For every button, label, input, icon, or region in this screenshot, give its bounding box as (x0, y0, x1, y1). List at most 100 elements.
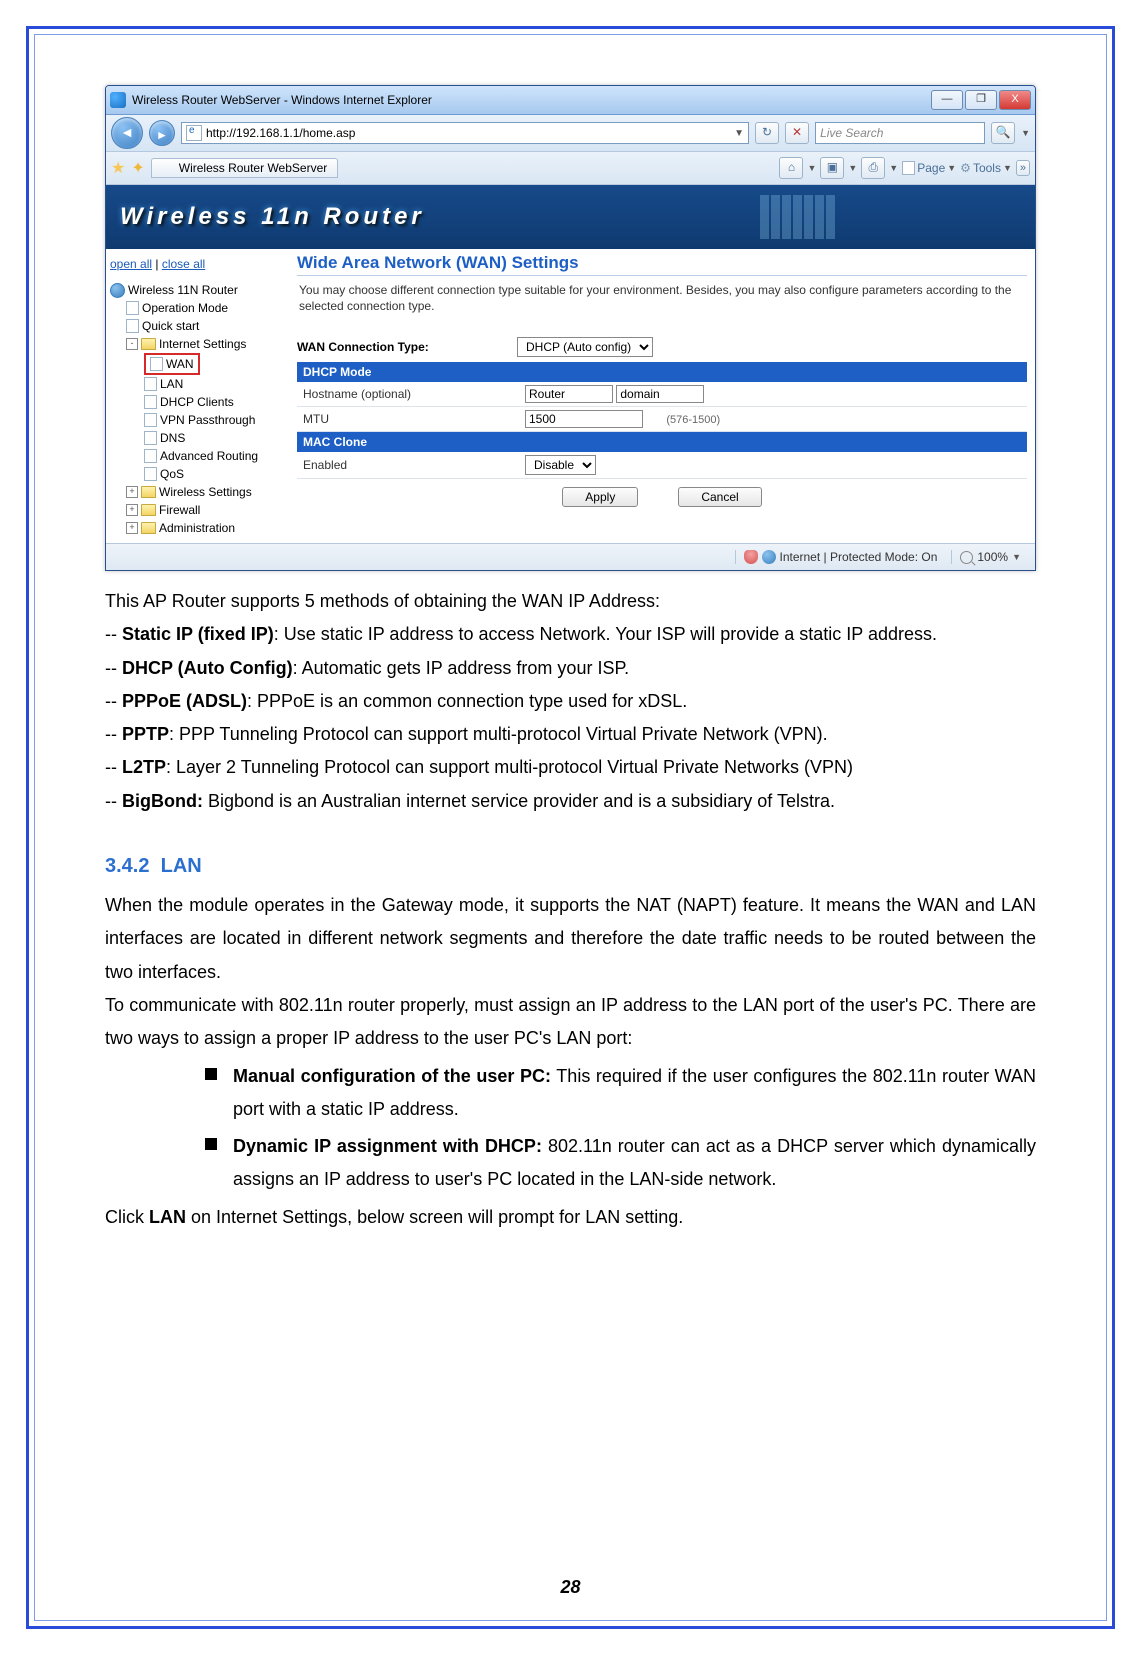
page-icon (144, 377, 157, 391)
tab-label: Wireless Router WebServer (179, 161, 328, 175)
mtu-row: MTU (576-1500) (297, 407, 1027, 432)
protected-mode-status: Internet | Protected Mode: On (735, 550, 946, 564)
mac-clone-header: MAC Clone (297, 432, 1027, 452)
add-favorite-icon[interactable]: ✦ (131, 158, 144, 178)
globe-icon (110, 283, 125, 298)
method-l2tp: -- L2TP: Layer 2 Tunneling Protocol can … (105, 751, 1036, 784)
method-dhcp: -- DHCP (Auto Config): Automatic gets IP… (105, 652, 1036, 685)
back-button[interactable]: ◄ (111, 117, 143, 149)
expand-icon[interactable]: + (126, 522, 138, 534)
mac-enabled-select[interactable]: Disable (525, 455, 596, 475)
sidebar: open all | close all Wireless 11N Router… (106, 249, 289, 543)
maximize-button[interactable]: ❐ (965, 90, 997, 110)
page-icon (144, 395, 157, 409)
wan-conn-type-label: WAN Connection Type: (297, 340, 517, 354)
tree-dhcp-clients[interactable]: DHCP Clients (110, 393, 285, 411)
document-body: This AP Router supports 5 methods of obt… (105, 585, 1036, 1234)
tree-root[interactable]: Wireless 11N Router (110, 281, 285, 299)
search-box[interactable]: Live Search (815, 122, 985, 144)
tab-toolbar: ★ ✦ Wireless Router WebServer ⌂▼ ▣▼ ⎙▼ P… (106, 152, 1035, 185)
lan-para-1: When the module operates in the Gateway … (105, 889, 1036, 989)
lan-para-3: Click LAN on Internet Settings, below sc… (105, 1201, 1036, 1234)
page-title: Wide Area Network (WAN) Settings (297, 253, 1027, 276)
tree-operation-mode[interactable]: Operation Mode (110, 299, 285, 317)
tree-quick-start[interactable]: Quick start (110, 317, 285, 335)
tab-favicon (162, 162, 175, 175)
mtu-range: (576-1500) (666, 414, 720, 426)
tools-menu[interactable]: ⚙Tools ▼ (960, 161, 1012, 175)
zoom-control[interactable]: 100% ▼ (951, 550, 1029, 564)
mtu-label: MTU (297, 407, 519, 432)
globe-icon (762, 550, 776, 564)
toolbar-overflow[interactable]: » (1016, 160, 1030, 176)
tree-internet-settings[interactable]: -Internet Settings (110, 335, 285, 353)
method-static-ip: -- Static IP (fixed IP): Use static IP a… (105, 618, 1036, 651)
home-icon[interactable]: ⌂ (779, 157, 803, 179)
tree-dns[interactable]: DNS (110, 429, 285, 447)
print-icon[interactable]: ⎙ (861, 157, 885, 179)
section-heading: 3.4.2 LAN (105, 848, 1036, 885)
apply-button[interactable]: Apply (562, 487, 638, 507)
shield-icon (744, 550, 758, 564)
minimize-button[interactable]: — (931, 90, 963, 110)
url-text: http://192.168.1.1/home.asp (206, 126, 355, 140)
sidebar-links: open all | close all (110, 255, 285, 273)
cancel-button[interactable]: Cancel (678, 487, 761, 507)
page-number: 28 (35, 1577, 1106, 1598)
page-icon (144, 431, 157, 445)
tree-lan[interactable]: LAN (110, 375, 285, 393)
dhcp-mode-header: DHCP Mode (297, 362, 1027, 382)
nav-toolbar: ◄ ► http://192.168.1.1/home.asp ▼ ↻ ✕ Li… (106, 115, 1035, 152)
address-bar[interactable]: http://192.168.1.1/home.asp ▼ (181, 122, 749, 144)
feeds-icon[interactable]: ▣ (820, 157, 844, 179)
window-title: Wireless Router WebServer - Windows Inte… (132, 93, 432, 107)
page-icon (126, 301, 139, 315)
tab-active[interactable]: Wireless Router WebServer (151, 158, 339, 178)
folder-icon (141, 486, 156, 498)
router-body: open all | close all Wireless 11N Router… (106, 249, 1035, 543)
stop-button[interactable]: ✕ (785, 122, 809, 144)
page-icon (150, 357, 163, 371)
expand-icon[interactable]: + (126, 504, 138, 516)
page-icon (126, 319, 139, 333)
wan-conn-type-select[interactable]: DHCP (Auto config) (517, 337, 653, 357)
page-icon (186, 125, 202, 141)
folder-icon (141, 338, 156, 350)
mtu-input[interactable] (525, 410, 643, 428)
favorites-star-icon[interactable]: ★ (111, 158, 125, 178)
tree-advanced-routing[interactable]: Advanced Routing (110, 447, 285, 465)
method-pptp: -- PPTP: PPP Tunneling Protocol can supp… (105, 718, 1036, 751)
tree-qos[interactable]: QoS (110, 465, 285, 483)
zoom-icon (960, 551, 973, 564)
router-banner: Wireless 11n Router (106, 185, 1035, 249)
search-button[interactable]: 🔍 (991, 122, 1015, 144)
bullet-manual-config: Manual configuration of the user PC: Thi… (205, 1060, 1036, 1127)
forward-button[interactable]: ► (149, 120, 175, 146)
enabled-label: Enabled (297, 452, 519, 479)
wan-conn-type-row: WAN Connection Type: DHCP (Auto config) (297, 332, 1027, 362)
close-all-link[interactable]: close all (162, 257, 205, 271)
window-title-bar: Wireless Router WebServer - Windows Inte… (106, 86, 1035, 115)
search-placeholder: Live Search (820, 126, 883, 140)
refresh-button[interactable]: ↻ (755, 122, 779, 144)
expand-icon[interactable]: + (126, 486, 138, 498)
close-button[interactable]: X (999, 90, 1031, 110)
hostname-input[interactable] (525, 385, 613, 403)
tree-firewall[interactable]: +Firewall (110, 501, 285, 519)
page-description: You may choose different connection type… (297, 276, 1027, 332)
method-pppoe: -- PPPoE (ADSL): PPPoE is an common conn… (105, 685, 1036, 718)
open-all-link[interactable]: open all (110, 257, 152, 271)
status-bar: Internet | Protected Mode: On 100% ▼ (106, 543, 1035, 570)
search-dropdown-icon[interactable]: ▼ (1021, 128, 1030, 138)
tree-administration[interactable]: +Administration (110, 519, 285, 537)
url-dropdown-icon[interactable]: ▼ (734, 128, 744, 139)
domain-input[interactable] (616, 385, 704, 403)
tree-wireless-settings[interactable]: +Wireless Settings (110, 483, 285, 501)
page-icon (144, 413, 157, 427)
tree-wan[interactable]: WAN (110, 353, 285, 375)
page-menu[interactable]: Page ▼ (902, 161, 956, 175)
intro-text: This AP Router supports 5 methods of obt… (105, 585, 1036, 618)
collapse-icon[interactable]: - (126, 338, 138, 350)
banner-title: Wireless 11n Router (120, 203, 425, 231)
tree-vpn-passthrough[interactable]: VPN Passthrough (110, 411, 285, 429)
